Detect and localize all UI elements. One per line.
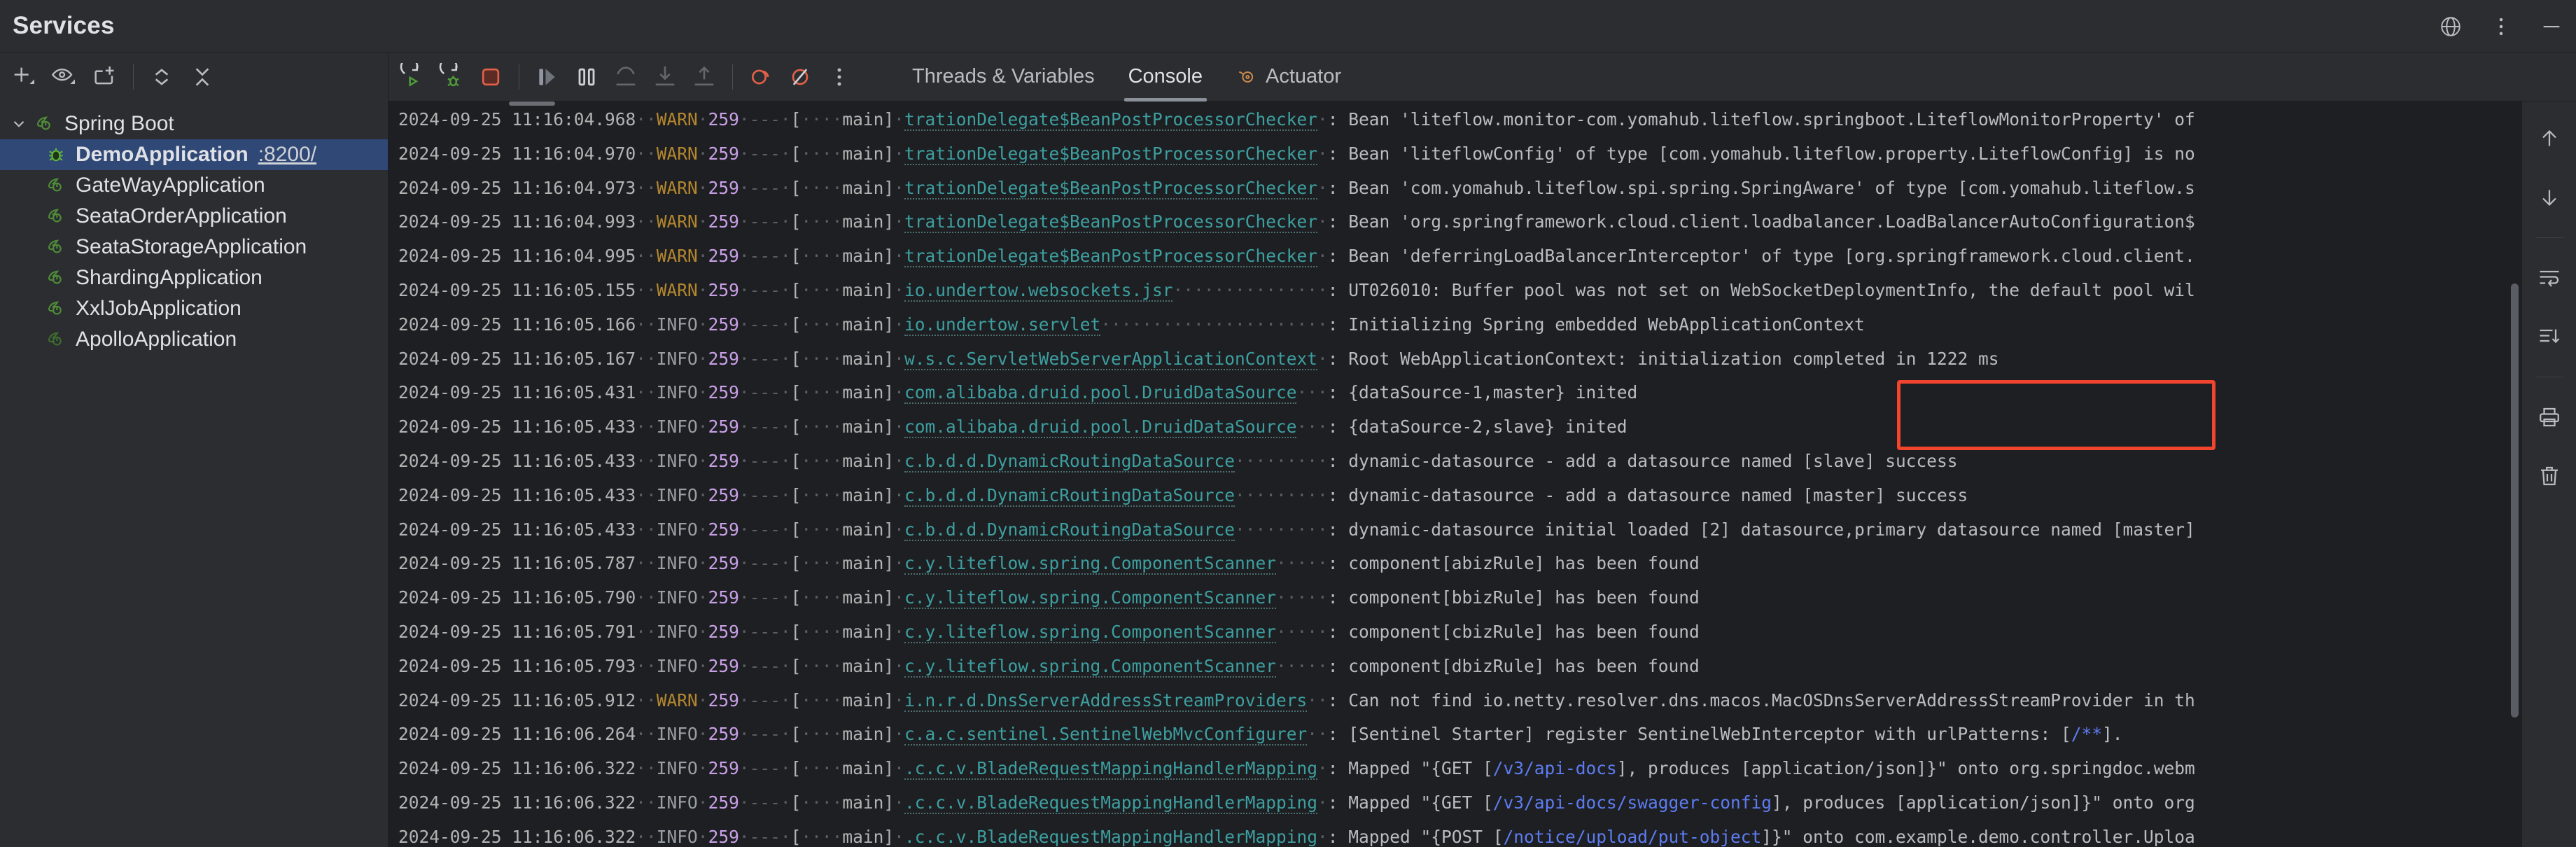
log-line: 2024-09-25 11:16:04.995··WARN·259·---·[·… <box>398 246 2195 268</box>
spring-boot-leaf-icon <box>43 173 69 198</box>
tab-label: Actuator <box>1266 65 1341 88</box>
services-toolbar <box>0 52 388 102</box>
services-tree[interactable]: Spring Boot DemoApplication :8200/ GateW… <box>0 102 388 847</box>
log-line: 2024-09-25 11:16:05.431··INFO·259·---·[·… <box>398 382 1638 405</box>
scroll-to-end-icon[interactable] <box>2530 318 2568 356</box>
tab-threads-variables[interactable]: Threads & Variables <box>895 52 1112 102</box>
more-vertical-icon[interactable] <box>820 57 859 97</box>
tab-actuator[interactable]: Actuator <box>1219 52 1358 102</box>
spring-boot-leaf-icon <box>43 234 69 260</box>
sidebar-item-label: DemoApplication <box>76 143 248 166</box>
header-actions <box>2436 0 2566 52</box>
arrow-down-icon[interactable] <box>2530 178 2568 216</box>
log-line: 2024-09-25 11:16:05.167··INFO·259·---·[·… <box>398 348 1999 370</box>
sidebar-item-label: XxlJobApplication <box>76 297 241 320</box>
breakpoints-icon[interactable] <box>741 57 780 97</box>
log-line: 2024-09-25 11:16:05.433··INFO·259·---·[·… <box>398 450 1958 472</box>
tool-window-header: Services <box>0 0 2576 52</box>
chevron-down-icon[interactable] <box>6 111 32 137</box>
sidebar-item-seatastorageapplication[interactable]: SeataStorageApplication <box>0 232 388 262</box>
log-line: 2024-09-25 11:16:04.970··WARN·259·---·[·… <box>398 143 2195 165</box>
tab-label: Threads & Variables <box>912 65 1095 88</box>
rerun-icon[interactable] <box>393 57 432 97</box>
actuator-icon <box>1236 66 1257 88</box>
mute-breakpoints-icon[interactable] <box>780 57 820 97</box>
tab-label: Console <box>1128 65 1203 88</box>
spring-boot-leaf-icon <box>43 204 69 229</box>
console-tabs[interactable]: Threads & Variables Console Actuator <box>895 52 1358 102</box>
soft-wrap-icon[interactable] <box>2530 259 2568 297</box>
toolbar-divider <box>133 64 134 90</box>
log-line: 2024-09-25 11:16:05.433··INFO·259·---·[·… <box>398 519 2195 541</box>
spring-boot-leaf-icon <box>43 327 69 352</box>
sidebar-item-label: GateWayApplication <box>76 174 265 197</box>
log-line: 2024-09-25 11:16:05.433··INFO·259·---·[·… <box>398 484 1968 507</box>
log-line: 2024-09-25 11:16:06.322··INFO·259·---·[·… <box>398 792 2195 814</box>
sidebar-item-seataorderapplication[interactable]: SeataOrderApplication <box>0 201 388 232</box>
sidebar-item-label: ShardingApplication <box>76 266 262 289</box>
collapse-all-icon[interactable] <box>183 57 222 97</box>
sidebar-item-gatewayapplication[interactable]: GateWayApplication <box>0 170 388 201</box>
log-line: 2024-09-25 11:16:05.787··INFO·259·---·[·… <box>398 553 1700 575</box>
horizontal-scrollbar-thumb[interactable] <box>509 102 555 106</box>
run-toolbar: Threads & Variables Console Actuator <box>388 52 2576 102</box>
tree-group-label: Spring Boot <box>64 112 174 135</box>
log-line: 2024-09-25 11:16:04.968··WARN·259·---·[·… <box>398 109 2195 131</box>
plus-dropdown-icon[interactable] <box>4 57 43 97</box>
add-tab-icon[interactable] <box>85 57 125 97</box>
spring-boot-leaf-icon <box>43 265 69 290</box>
spring-boot-leaf-icon <box>32 111 57 136</box>
toolbar-divider <box>732 64 733 90</box>
rerun-debug-icon[interactable] <box>432 57 471 97</box>
log-line: 2024-09-25 11:16:06.322··INFO·259·---·[·… <box>398 826 2195 847</box>
sidebar-item-apolloapplication[interactable]: ApolloApplication <box>0 324 388 355</box>
step-into-icon[interactable] <box>645 57 685 97</box>
log-line: 2024-09-25 11:16:05.790··INFO·259·---·[·… <box>398 587 1700 610</box>
services-tree-panel: Spring Boot DemoApplication :8200/ GateW… <box>0 52 388 847</box>
services-tool-window: Services Spring Boot DemoApplication:82… <box>0 0 2576 847</box>
trash-icon[interactable] <box>2530 457 2568 495</box>
arrow-up-icon[interactable] <box>2530 120 2568 158</box>
sidebar-item-label: SeataOrderApplication <box>76 204 287 227</box>
more-vertical-icon[interactable] <box>2486 12 2516 41</box>
log-line: 2024-09-25 11:16:04.993··WARN·259·---·[·… <box>398 211 2195 234</box>
run-console-panel: Threads & Variables Console Actuator 202… <box>388 52 2576 847</box>
pause-icon[interactable] <box>567 57 606 97</box>
log-line: 2024-09-25 11:16:05.912··WARN·259·---·[·… <box>398 690 2195 712</box>
log-line: 2024-09-25 11:16:05.166··INFO·259·---·[·… <box>398 314 1865 336</box>
printer-icon[interactable] <box>2530 398 2568 436</box>
log-line: 2024-09-25 11:16:05.433··INFO·259·---·[·… <box>398 416 1628 439</box>
gutter-divider <box>2535 237 2563 238</box>
sidebar-item-label: SeataStorageApplication <box>76 235 307 258</box>
console-output[interactable]: 2024-09-25 11:16:04.968··WARN·259·---·[·… <box>388 102 2521 847</box>
tool-window-body: Spring Boot DemoApplication :8200/ GateW… <box>0 52 2576 847</box>
log-line: 2024-09-25 11:16:05.791··INFO·259·---·[·… <box>398 621 1700 643</box>
up-down-chevron-icon[interactable] <box>142 57 181 97</box>
sidebar-item-demoapplication[interactable]: DemoApplication :8200/ <box>0 139 388 170</box>
sidebar-item-label: ApolloApplication <box>76 328 237 351</box>
log-line: 2024-09-25 11:16:04.973··WARN·259·---·[·… <box>398 177 2195 200</box>
log-line: 2024-09-25 11:16:06.264··INFO·259·---·[·… <box>398 724 2123 746</box>
stop-icon[interactable] <box>471 57 510 97</box>
sidebar-item-shardingapplication[interactable]: ShardingApplication <box>0 262 388 293</box>
resume-icon[interactable] <box>528 57 567 97</box>
globe-icon[interactable] <box>2436 12 2465 41</box>
tab-console[interactable]: Console <box>1112 52 1219 102</box>
tree-group-spring-boot[interactable]: Spring Boot <box>0 108 388 139</box>
eye-dropdown-icon[interactable] <box>45 57 84 97</box>
page-title: Services <box>13 12 115 39</box>
app-port-link[interactable]: :8200/ <box>258 143 316 167</box>
debug-bug-icon <box>43 142 69 167</box>
log-line: 2024-09-25 11:16:06.322··INFO·259·---·[·… <box>398 758 2195 780</box>
console-area: 2024-09-25 11:16:04.968··WARN·259·---·[·… <box>388 102 2576 847</box>
minimize-icon[interactable] <box>2537 12 2566 41</box>
step-over-icon[interactable] <box>606 57 645 97</box>
log-line: 2024-09-25 11:16:05.155··WARN·259·---·[·… <box>398 279 2195 302</box>
sidebar-item-xxljobapplication[interactable]: XxlJobApplication <box>0 293 388 324</box>
log-line: 2024-09-25 11:16:05.793··INFO·259·---·[·… <box>398 655 1700 678</box>
console-side-toolbar <box>2521 102 2576 847</box>
vertical-scrollbar-thumb[interactable] <box>2511 284 2519 718</box>
step-out-icon[interactable] <box>685 57 724 97</box>
spring-boot-leaf-icon <box>43 296 69 321</box>
